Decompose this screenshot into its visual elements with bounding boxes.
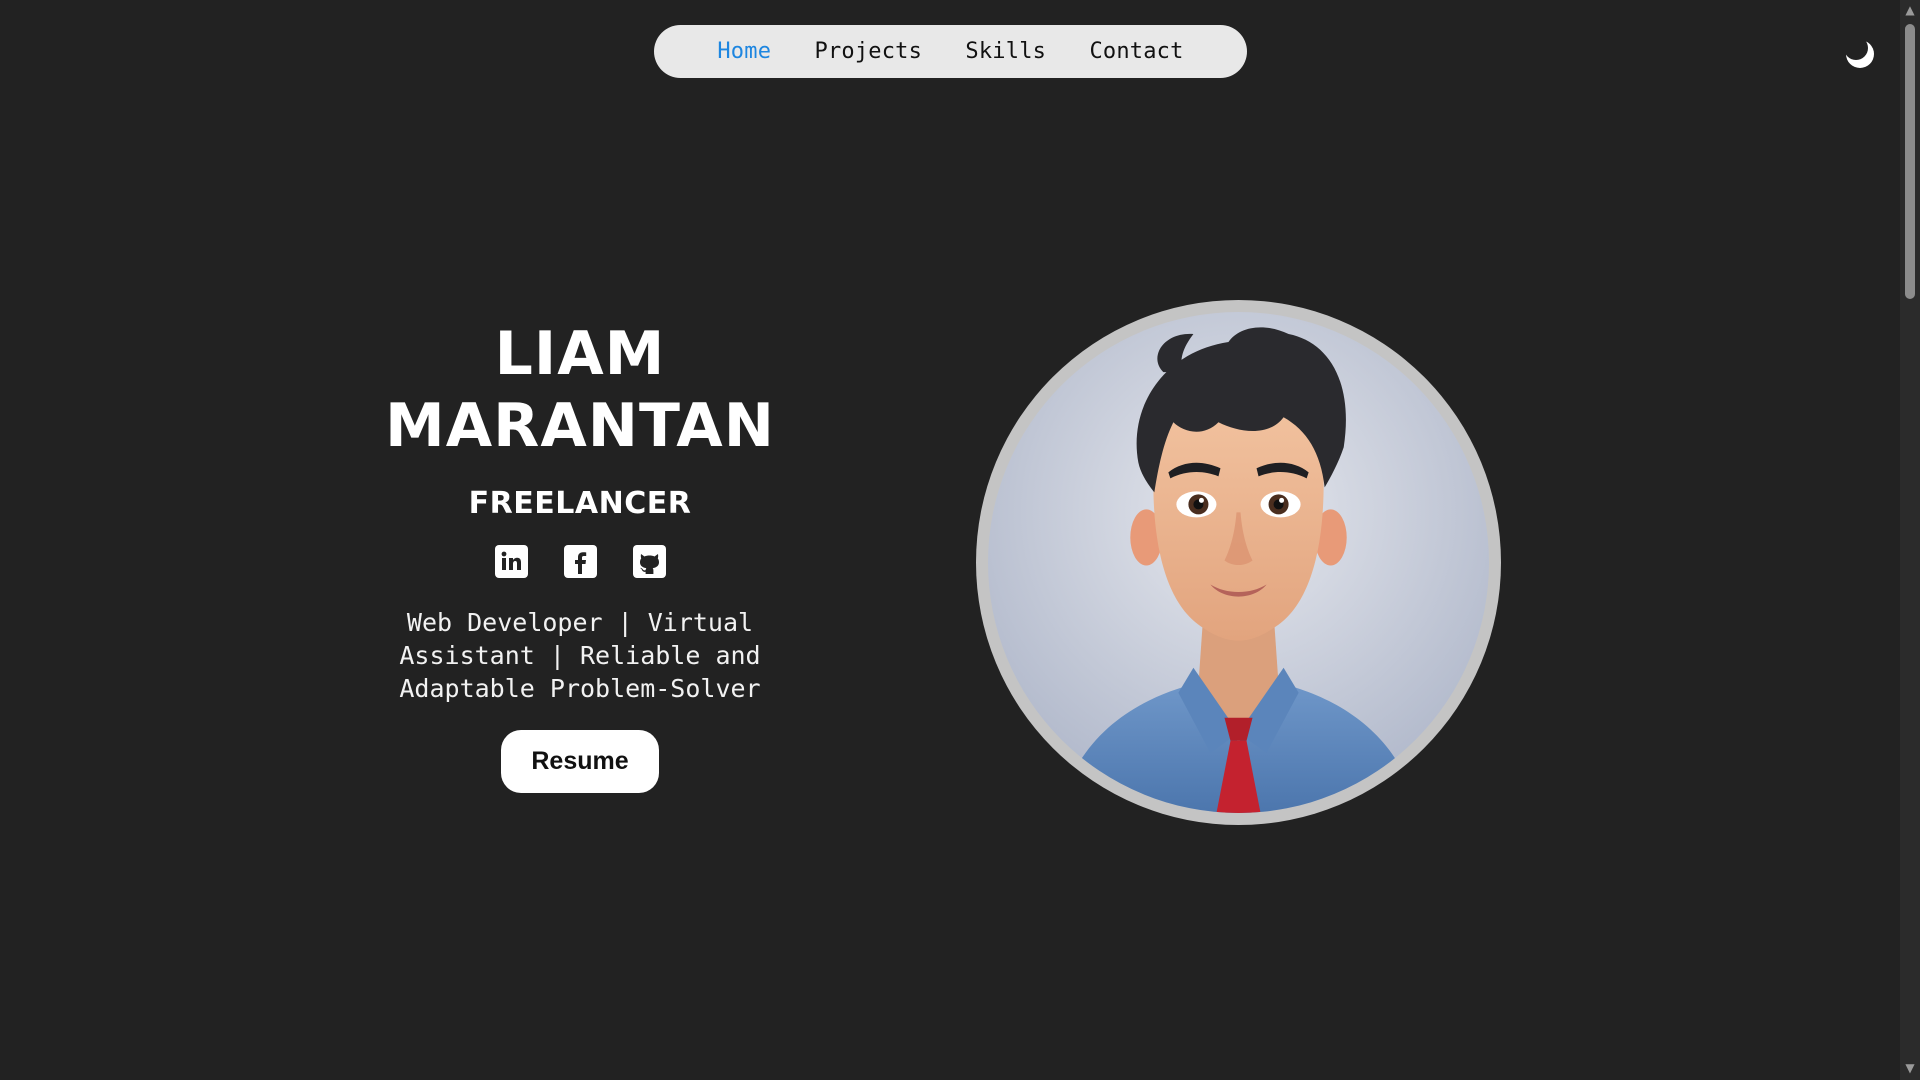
top-nav: Home Projects Skills Contact bbox=[654, 25, 1247, 78]
hero-role: FREELANCER bbox=[468, 486, 692, 521]
hero-name: LIAM MARANTAN bbox=[385, 318, 775, 462]
nav-projects[interactable]: Projects bbox=[815, 39, 923, 64]
hero-name-last: MARANTAN bbox=[385, 391, 775, 461]
hero-name-first: LIAM bbox=[494, 319, 666, 389]
scroll-down-icon[interactable]: ▼ bbox=[1903, 1061, 1917, 1075]
hero-tagline: Web Developer | Virtual Assistant | Reli… bbox=[399, 608, 761, 703]
linkedin-link[interactable] bbox=[494, 545, 528, 578]
github-icon bbox=[639, 554, 659, 574]
nav-home[interactable]: Home bbox=[717, 39, 771, 64]
avatar bbox=[976, 300, 1501, 825]
nav-contact[interactable]: Contact bbox=[1089, 39, 1183, 64]
resume-button[interactable]: Resume bbox=[501, 730, 659, 793]
moon-icon bbox=[1846, 40, 1874, 68]
scrollbar-thumb[interactable] bbox=[1905, 24, 1915, 299]
nav-skills[interactable]: Skills bbox=[965, 39, 1046, 64]
page-scrollbar[interactable]: ▲ ▼ bbox=[1900, 0, 1920, 1080]
avatar-portrait bbox=[988, 312, 1489, 813]
hero-intro: LIAM MARANTAN FREELANCER Web Developer |… bbox=[340, 318, 820, 793]
social-links bbox=[494, 545, 666, 578]
scroll-up-icon[interactable]: ▲ bbox=[1903, 3, 1917, 17]
github-link[interactable] bbox=[632, 545, 666, 578]
facebook-icon bbox=[574, 552, 586, 574]
theme-toggle-button[interactable] bbox=[1843, 37, 1877, 71]
facebook-link[interactable] bbox=[563, 545, 597, 578]
page: Home Projects Skills Contact LIAM MARANT… bbox=[0, 0, 1920, 1080]
linkedin-icon bbox=[501, 551, 521, 570]
